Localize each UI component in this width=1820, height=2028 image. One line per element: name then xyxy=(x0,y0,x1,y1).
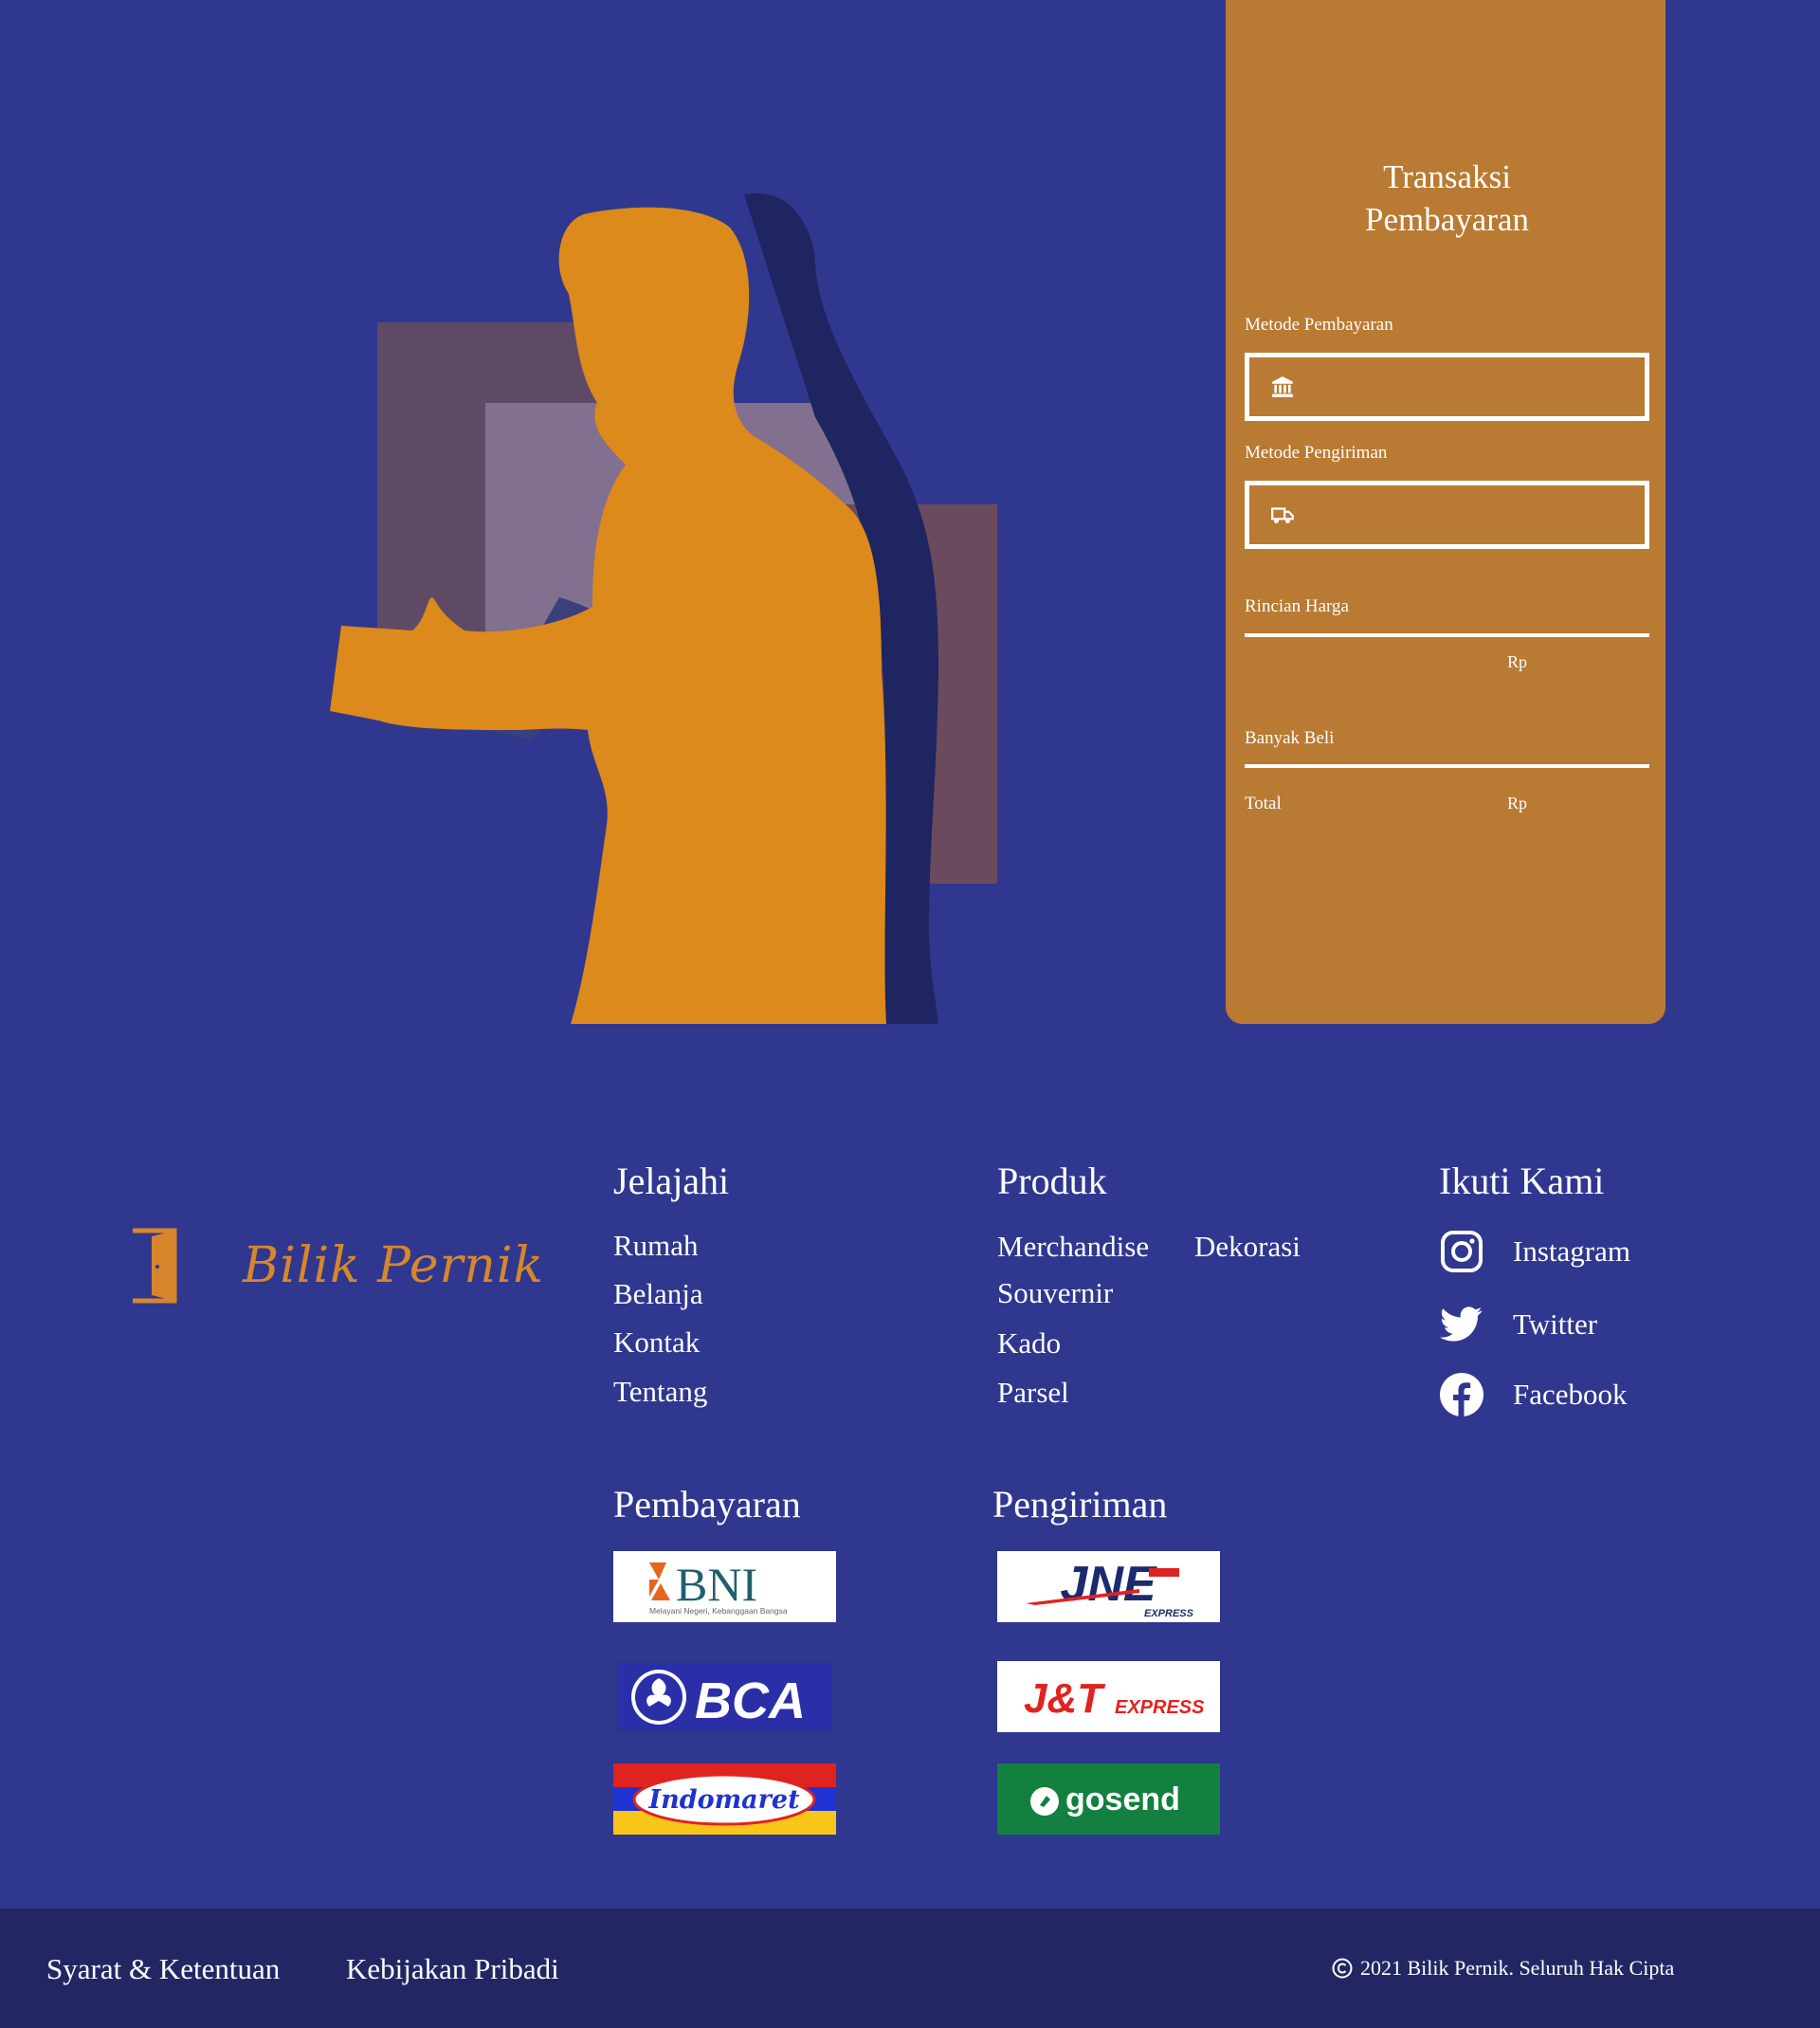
social-facebook[interactable]: Facebook xyxy=(1439,1372,1628,1417)
total-label: Total xyxy=(1245,794,1282,813)
link-tentang[interactable]: Tentang xyxy=(613,1375,707,1409)
truck-icon xyxy=(1271,507,1294,523)
payment-title: Transaksi Pembayaran xyxy=(1245,155,1649,241)
products-title: Produk xyxy=(997,1160,1107,1202)
payments-title: Pembayaran xyxy=(613,1483,801,1526)
follow-title: Ikuti Kami xyxy=(1439,1160,1605,1202)
svg-text:Melayani Negeri, Kebanggaan Ba: Melayani Negeri, Kebanggaan Bangsa xyxy=(649,1606,788,1616)
svg-text:EXPRESS: EXPRESS xyxy=(1144,1608,1194,1619)
svg-text:BCA: BCA xyxy=(695,1672,806,1729)
link-kado[interactable]: Kado xyxy=(997,1326,1061,1361)
svg-text:BNI: BNI xyxy=(676,1558,757,1611)
terms-link[interactable]: Syarat & Ketentuan xyxy=(46,1952,280,1986)
link-rumah[interactable]: Rumah xyxy=(613,1229,699,1263)
link-kontak[interactable]: Kontak xyxy=(613,1325,700,1360)
shipping-method-select[interactable] xyxy=(1245,481,1649,549)
indomaret-logo[interactable]: Indomaret xyxy=(613,1763,836,1835)
link-merchandise[interactable]: Merchandise xyxy=(997,1230,1149,1264)
social-facebook-label: Facebook xyxy=(1513,1378,1628,1411)
payment-title-line-2: Pembayaran xyxy=(1365,201,1529,238)
brand-name: Bilik Pernik xyxy=(243,1237,545,1294)
door-logo-icon xyxy=(133,1228,177,1304)
social-instagram-label: Instagram xyxy=(1513,1234,1630,1268)
svg-text:gosend: gosend xyxy=(1065,1781,1180,1818)
link-parsel[interactable]: Parsel xyxy=(997,1376,1069,1410)
quantity-input-line[interactable] xyxy=(1245,764,1649,768)
svg-text:J&T: J&T xyxy=(1024,1675,1105,1722)
payment-title-line-1: Transaksi xyxy=(1383,158,1511,195)
privacy-link[interactable]: Kebijakan Pribadi xyxy=(346,1952,559,1986)
total-value: Rp xyxy=(1507,794,1528,813)
link-souvernir[interactable]: Souvernir xyxy=(997,1276,1113,1310)
jne-logo[interactable]: JNE EXPRESS xyxy=(997,1551,1220,1622)
shipping-title: Pengiriman xyxy=(992,1483,1168,1526)
svg-text:Indomaret: Indomaret xyxy=(647,1785,800,1815)
explore-title: Jelajahi xyxy=(613,1160,730,1202)
brand[interactable]: Bilik Pernik xyxy=(131,1223,544,1308)
jnt-logo[interactable]: J&T EXPRESS xyxy=(997,1661,1220,1732)
social-instagram[interactable]: Instagram xyxy=(1439,1229,1630,1274)
bottom-bar: Syarat & Ketentuan Kebijakan Pribadi 202… xyxy=(0,1909,1820,2028)
price-divider xyxy=(1245,633,1649,637)
twitter-icon xyxy=(1440,1306,1483,1342)
social-twitter-label: Twitter xyxy=(1513,1307,1598,1341)
link-dekorasi[interactable]: Dekorasi xyxy=(1194,1230,1301,1264)
copyright: 2021 Bilik Pernik. Seluruh Hak Cipta xyxy=(1332,1956,1674,1981)
copyright-icon xyxy=(1332,1958,1353,1979)
hero-illustration xyxy=(322,180,1024,1024)
bni-logo[interactable]: BNI Melayani Negeri, Kebanggaan Bangsa xyxy=(613,1551,836,1622)
price-value: Rp xyxy=(1507,652,1528,671)
payment-card: Transaksi Pembayaran Metode Pembayaran M… xyxy=(1226,0,1665,1024)
payment-method-select[interactable] xyxy=(1245,353,1649,421)
svg-text:JNE: JNE xyxy=(1060,1557,1156,1612)
facebook-icon xyxy=(1440,1373,1483,1416)
svg-text:EXPRESS: EXPRESS xyxy=(1115,1697,1205,1718)
hero-section: Transaksi Pembayaran Metode Pembayaran M… xyxy=(0,0,1820,1024)
gosend-logo[interactable]: gosend xyxy=(997,1763,1220,1835)
instagram-icon xyxy=(1441,1231,1483,1272)
social-twitter[interactable]: Twitter xyxy=(1439,1302,1597,1347)
payment-method-label: Metode Pembayaran xyxy=(1245,315,1393,335)
shipping-method-label: Metode Pengiriman xyxy=(1245,443,1388,463)
bank-icon xyxy=(1272,376,1293,397)
copyright-text: 2021 Bilik Pernik. Seluruh Hak Cipta xyxy=(1360,1956,1675,1980)
quantity-label: Banyak Beli xyxy=(1245,728,1335,748)
link-belanja[interactable]: Belanja xyxy=(613,1277,703,1311)
bca-logo[interactable]: BCA xyxy=(613,1661,836,1732)
price-details-label: Rincian Harga xyxy=(1245,596,1349,616)
